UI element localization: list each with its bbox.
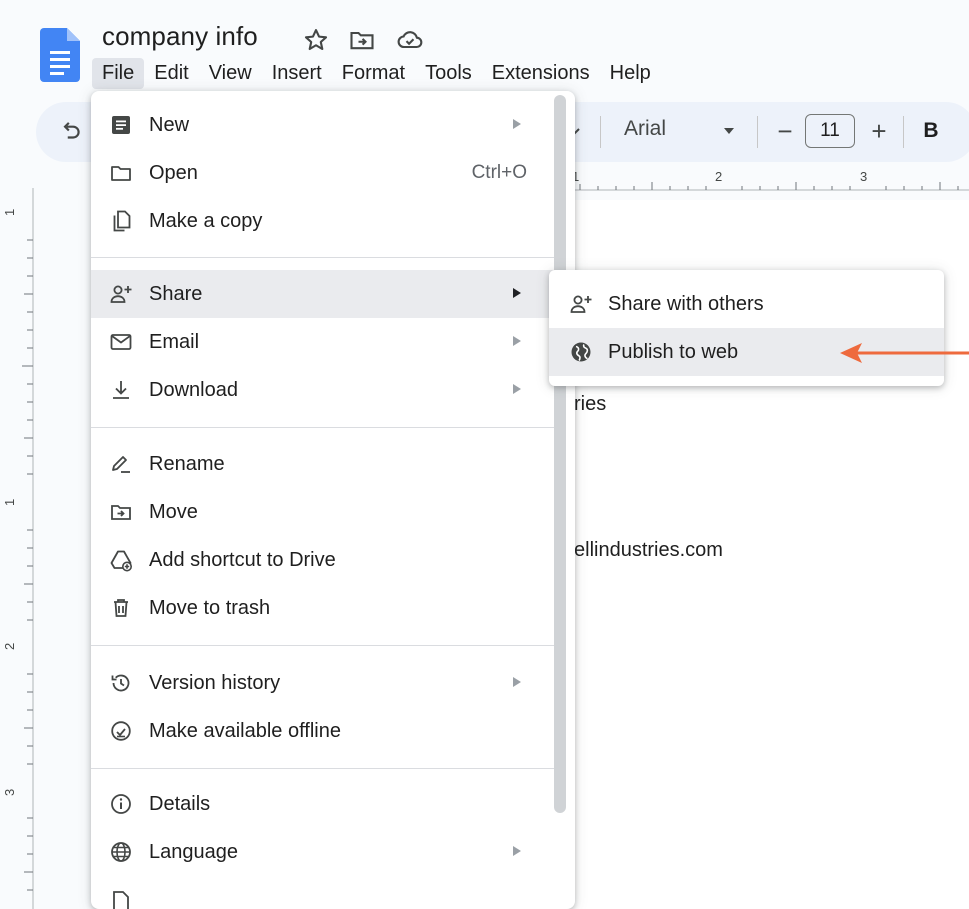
menu-insert[interactable]: Insert <box>262 58 332 89</box>
menu-file[interactable]: File <box>92 57 145 89</box>
increase-font-size-button[interactable]: + <box>866 116 892 146</box>
document-text-line: ellindustries.com <box>574 539 723 561</box>
document-title[interactable]: company info <box>102 21 258 52</box>
submenu-arrow-icon <box>513 677 521 687</box>
ruler-label: 3 <box>2 789 17 796</box>
menu-divider <box>91 257 555 258</box>
globe-icon <box>109 840 133 864</box>
menu-divider <box>91 427 555 428</box>
menu-item-details[interactable]: Details <box>91 780 555 828</box>
person-add-icon <box>569 292 593 316</box>
keyboard-shortcut: Ctrl+O <box>471 162 527 183</box>
mail-icon <box>109 330 133 354</box>
submenu-arrow-icon <box>513 336 521 346</box>
menu-item-version-history[interactable]: Version history <box>91 659 555 707</box>
menu-item-label: Move to trash <box>149 596 271 619</box>
menu-scrollbar[interactable] <box>554 95 566 813</box>
menu-item-label: Add shortcut to Drive <box>149 548 336 571</box>
menu-item-move-to-trash[interactable]: Move to trash <box>91 584 555 632</box>
menu-item-partially-hidden[interactable] <box>91 877 555 909</box>
menu-item-label: Publish to web <box>608 340 739 363</box>
move-folder-icon <box>109 500 133 524</box>
globe-filled-icon <box>569 340 593 364</box>
menu-item-label: Details <box>149 792 211 815</box>
star-icon[interactable] <box>302 26 330 54</box>
menu-item-label: Language <box>149 840 238 863</box>
document-icon <box>109 889 133 909</box>
menu-item-share[interactable]: Share <box>91 270 555 318</box>
menu-item-make-a-copy[interactable]: Make a copy <box>91 197 555 245</box>
person-add-icon <box>109 282 133 306</box>
font-size-input[interactable]: 11 <box>805 114 855 148</box>
menu-divider <box>91 768 555 769</box>
menu-item-label: Move <box>149 500 198 523</box>
menu-bar: File Edit View Insert Format Tools Exten… <box>92 56 661 90</box>
folder-icon <box>109 161 133 185</box>
info-icon <box>109 792 133 816</box>
history-icon <box>109 671 133 695</box>
menu-item-label: New <box>149 113 190 136</box>
toolbar-divider <box>757 116 758 148</box>
submenu-arrow-icon <box>513 846 521 856</box>
menu-item-label: Share <box>149 282 203 305</box>
ruler-label: 1 <box>2 499 17 506</box>
bold-button[interactable]: B <box>918 116 944 146</box>
menu-item-email[interactable]: Email <box>91 318 555 366</box>
decrease-font-size-button[interactable]: − <box>772 116 798 146</box>
menu-help[interactable]: Help <box>600 58 661 89</box>
undo-icon[interactable] <box>58 118 84 144</box>
move-folder-icon[interactable] <box>348 26 376 54</box>
menu-tools[interactable]: Tools <box>415 58 482 89</box>
docs-logo-icon[interactable] <box>40 28 80 82</box>
font-family-select[interactable]: Arial <box>624 117 666 141</box>
menu-item-label: Download <box>149 378 238 401</box>
menu-view[interactable]: View <box>199 58 262 89</box>
caret-down-icon[interactable] <box>722 124 736 138</box>
menu-item-make-available-offline[interactable]: Make available offline <box>91 707 555 755</box>
ruler-label: 2 <box>2 643 17 650</box>
menu-item-label: Version history <box>149 671 281 694</box>
menu-item-label: Share with others <box>608 292 764 315</box>
menu-item-label: Make a copy <box>149 209 263 232</box>
drive-shortcut-icon <box>109 548 133 572</box>
menu-extensions[interactable]: Extensions <box>482 58 600 89</box>
annotation-arrow-icon <box>838 336 969 370</box>
menu-item-label: Email <box>149 330 200 353</box>
horizontal-ruler[interactable]: 1 2 3 <box>560 166 969 194</box>
rename-icon <box>109 452 133 476</box>
toolbar-divider <box>600 116 601 148</box>
trash-icon <box>109 596 133 620</box>
download-icon <box>109 378 133 402</box>
submenu-arrow-icon <box>513 288 521 298</box>
menu-item-rename[interactable]: Rename <box>91 440 555 488</box>
menu-edit[interactable]: Edit <box>144 58 198 89</box>
menu-item-language[interactable]: Language <box>91 828 555 876</box>
document-text-line: ries <box>574 393 607 415</box>
menu-item-share-with-others[interactable]: Share with others <box>549 280 944 328</box>
menu-item-download[interactable]: Download <box>91 366 555 414</box>
document-icon <box>109 113 133 137</box>
menu-format[interactable]: Format <box>332 58 415 89</box>
file-menu: New Open Ctrl+O Make a copy Share Email … <box>91 91 575 909</box>
copy-icon <box>109 209 133 233</box>
menu-item-label: Make available offline <box>149 719 341 742</box>
offline-icon <box>109 719 133 743</box>
menu-item-new[interactable]: New <box>91 101 555 149</box>
menu-divider <box>91 645 555 646</box>
menu-item-add-shortcut-to-drive[interactable]: Add shortcut to Drive <box>91 536 555 584</box>
vertical-ruler[interactable]: 1 1 2 3 <box>0 188 36 909</box>
menu-item-label: Open <box>149 161 198 184</box>
ruler-label: 1 <box>2 209 17 216</box>
menu-item-label: Rename <box>149 452 225 475</box>
menu-item-open[interactable]: Open Ctrl+O <box>91 149 555 197</box>
submenu-arrow-icon <box>513 119 521 129</box>
cloud-saved-icon[interactable] <box>396 26 424 54</box>
menu-item-move[interactable]: Move <box>91 488 555 536</box>
toolbar-divider <box>903 116 904 148</box>
ruler-label: 3 <box>860 169 867 184</box>
ruler-label: 2 <box>715 169 722 184</box>
submenu-arrow-icon <box>513 384 521 394</box>
